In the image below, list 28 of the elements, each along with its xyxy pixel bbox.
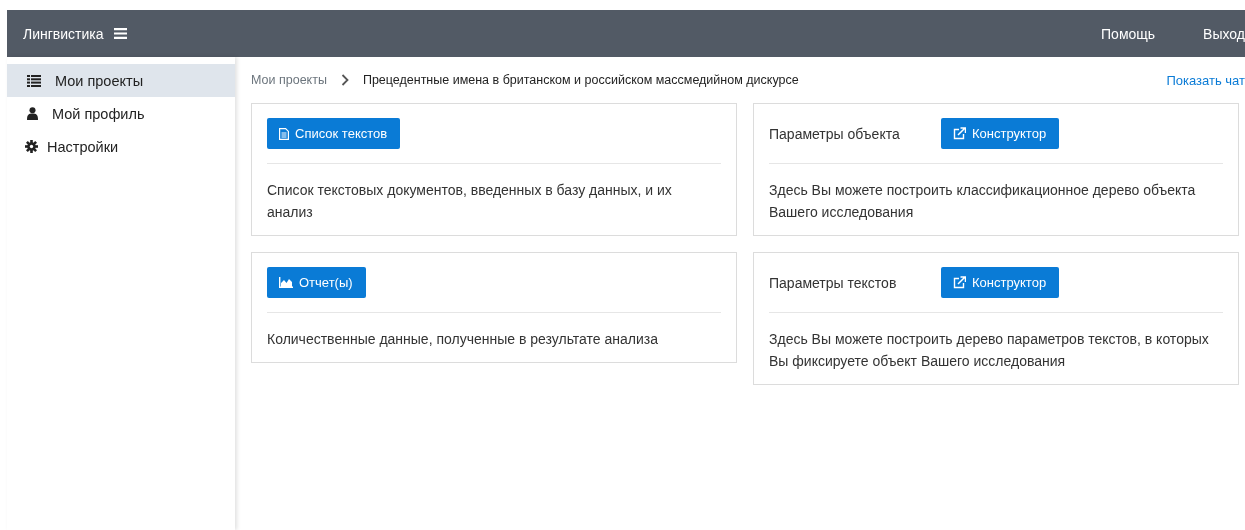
card-button[interactable]: Конструктор: [941, 267, 1060, 298]
card-button[interactable]: Отчет(ы): [267, 267, 366, 298]
gear-icon: [25, 140, 38, 153]
show-chat-link[interactable]: Показать чат: [1166, 72, 1245, 88]
card-button[interactable]: Конструктор: [941, 118, 1060, 149]
breadcrumb-link[interactable]: Мои проекты: [251, 73, 327, 87]
user-icon: [27, 107, 38, 120]
card-description: Количественные данные, полученные в результате анализа: [267, 330, 659, 349]
breadcrumb-current: Прецедентные имена в британском и российском массмедийном дискурсе: [362, 73, 799, 87]
document-icon: [279, 127, 289, 140]
brand-title: Лингвистика: [23, 25, 104, 42]
card-label: Параметры текстов: [769, 274, 898, 291]
card-description: Здесь Вы можете построить дерево параметров текстов, в которых Вы фиксируете объект Вашего исследования: [769, 330, 1210, 371]
sidebar-item[interactable]: Настройки: [7, 130, 235, 163]
card-description: Здесь Вы можете построить классификационное дерево объекта Вашего исследования: [769, 181, 1197, 222]
area-chart-icon: [279, 277, 293, 288]
list-icon: [27, 74, 41, 87]
menu-icon[interactable]: [113, 28, 127, 39]
external-link-icon: [953, 276, 966, 289]
card-description: Список текстовых документов, введенных в базу данных, и их анализ: [267, 181, 673, 222]
external-link-icon: [953, 127, 966, 140]
sidebar-item[interactable]: Мои проекты: [7, 64, 235, 97]
sidebar-item[interactable]: Мой профиль: [7, 97, 235, 130]
nav-link[interactable]: Выход: [1203, 25, 1245, 42]
card-label: Параметры объекта: [769, 125, 901, 142]
nav-link[interactable]: Помощь: [1101, 25, 1156, 42]
card-button[interactable]: Список текстов: [267, 118, 401, 149]
chevron-icon: [340, 74, 349, 86]
